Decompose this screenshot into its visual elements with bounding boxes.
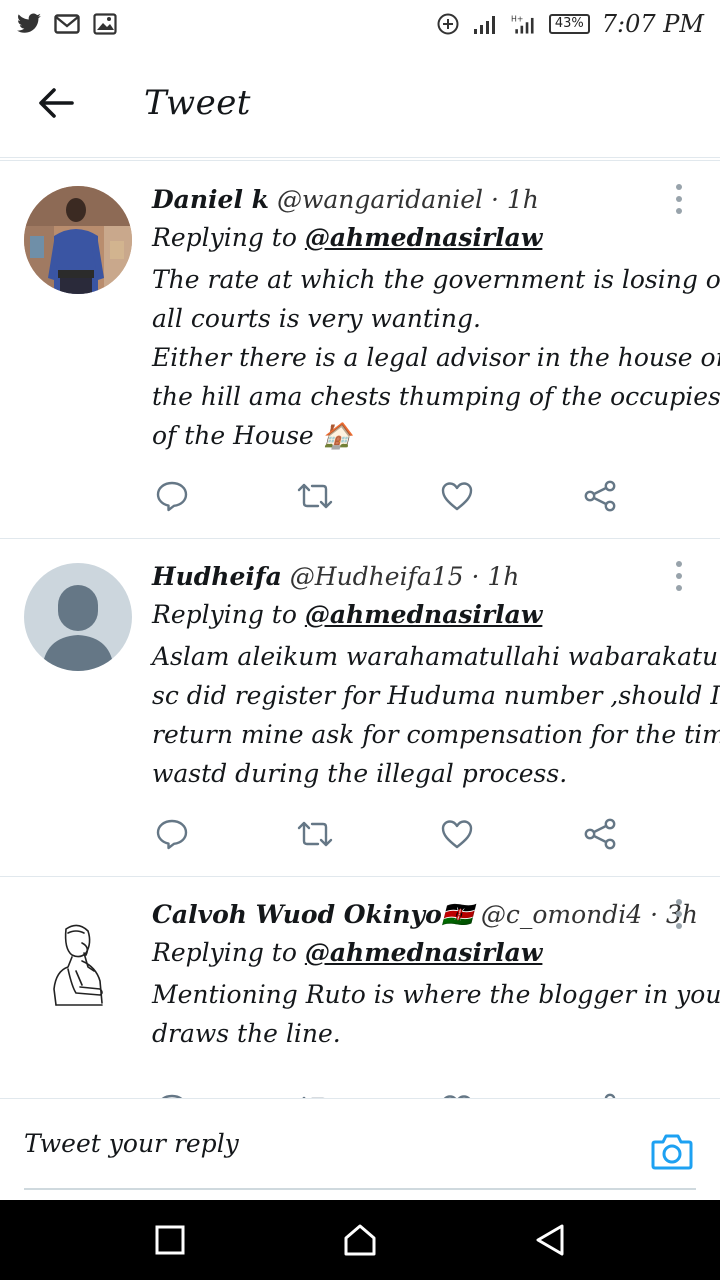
recents-square-icon bbox=[155, 1225, 185, 1255]
retweet-button[interactable] bbox=[295, 1089, 335, 1098]
battery-indicator: 43% bbox=[548, 14, 590, 34]
retweet-button[interactable] bbox=[295, 476, 335, 516]
replying-to: Replying to @ahmednasirlaw bbox=[152, 218, 696, 258]
tweet-actions bbox=[152, 476, 620, 516]
status-right: H+ 43% 7:07 PM bbox=[435, 10, 704, 38]
home-icon bbox=[344, 1224, 376, 1256]
app-bar: Tweet bbox=[0, 48, 720, 158]
tweet-text: The rate at which the government is losi… bbox=[152, 260, 720, 455]
tweet-actions bbox=[152, 1089, 620, 1098]
reply-input[interactable]: Tweet your reply bbox=[24, 1129, 239, 1158]
like-icon bbox=[442, 482, 473, 511]
author-handle[interactable]: @Hudheifa15 bbox=[290, 562, 464, 591]
replying-to: Replying to @ahmednasirlaw bbox=[152, 595, 696, 635]
tweet-actions bbox=[152, 814, 620, 854]
share-button[interactable] bbox=[580, 476, 620, 516]
reply-button[interactable] bbox=[152, 476, 192, 516]
reply-feed[interactable]: Daniel k @wangaridaniel · 1h Replying to… bbox=[0, 162, 720, 1098]
tweet-header: Hudheifa @Hudheifa15 · 1h bbox=[152, 559, 696, 595]
author-handle[interactable]: @c_omondi4 bbox=[481, 900, 642, 929]
arrow-left-icon bbox=[39, 87, 74, 118]
page-title: Tweet bbox=[144, 82, 251, 123]
avatar[interactable] bbox=[24, 186, 132, 294]
more-options-button[interactable] bbox=[668, 899, 690, 929]
tweet-text-line: of the House 🏠 bbox=[152, 421, 353, 450]
tweet-text-line: sc did register for Huduma number ,shoul… bbox=[152, 681, 720, 710]
tweet-time: 1h bbox=[506, 185, 539, 214]
separator-dot: · bbox=[471, 562, 480, 591]
retweet-icon bbox=[297, 821, 332, 847]
back-nav-button[interactable] bbox=[530, 1220, 570, 1260]
tweet-text: Mentioning Ruto is where the blogger in … bbox=[152, 975, 720, 1053]
author-name[interactable]: Hudheifa bbox=[152, 562, 282, 591]
camera-button[interactable] bbox=[650, 1129, 694, 1173]
separator-dot: · bbox=[650, 900, 659, 929]
image-icon bbox=[92, 11, 118, 37]
retweet-icon bbox=[297, 483, 332, 509]
share-button[interactable] bbox=[580, 814, 620, 854]
svg-text:H+: H+ bbox=[511, 14, 523, 23]
author-handle[interactable]: @wangaridaniel bbox=[277, 185, 483, 214]
tweet-text-line: all courts is very wanting. bbox=[152, 304, 481, 333]
divider bbox=[0, 160, 720, 161]
more-options-button[interactable] bbox=[668, 561, 690, 591]
system-nav-bar bbox=[0, 1200, 720, 1280]
reply-composer: Tweet your reply bbox=[0, 1098, 720, 1200]
reply-input-underline bbox=[24, 1188, 696, 1190]
separator-dot: · bbox=[490, 185, 499, 214]
camera-icon bbox=[651, 1134, 693, 1170]
mention-link[interactable]: @ahmednasirlaw bbox=[305, 938, 543, 967]
reply-icon bbox=[156, 481, 188, 512]
replying-prefix: Replying to bbox=[152, 938, 297, 967]
like-icon bbox=[442, 820, 473, 849]
author-name[interactable]: Daniel k bbox=[152, 185, 269, 214]
mention-link[interactable]: @ahmednasirlaw bbox=[305, 223, 543, 252]
author-name[interactable]: Calvoh Wuod Okinyo🇰🇪 bbox=[152, 900, 473, 929]
tweet-text-line: return mine ask for compensation for the… bbox=[152, 720, 720, 749]
share-button[interactable] bbox=[580, 1089, 620, 1098]
back-button[interactable] bbox=[16, 63, 96, 143]
tweet-header: Calvoh Wuod Okinyo🇰🇪 @c_omondi4 · 3h bbox=[152, 897, 698, 933]
share-icon bbox=[584, 818, 616, 850]
tweet-time: 1h bbox=[487, 562, 520, 591]
more-options-button[interactable] bbox=[668, 184, 690, 214]
tweet-text-line: Aslam aleikum warahamatullahi wabarakatu bbox=[152, 642, 719, 671]
tweet-text-line: Mentioning Ruto is where the blogger in … bbox=[152, 980, 720, 1009]
recents-button[interactable] bbox=[150, 1220, 190, 1260]
mention-link[interactable]: @ahmednasirlaw bbox=[305, 600, 543, 629]
replying-prefix: Replying to bbox=[152, 223, 297, 252]
replying-to: Replying to @ahmednasirlaw bbox=[152, 933, 696, 973]
reply-button[interactable] bbox=[152, 1089, 192, 1098]
gmail-icon bbox=[54, 11, 80, 37]
avatar[interactable] bbox=[24, 909, 132, 1017]
status-bar: H+ 43% 7:07 PM bbox=[0, 0, 720, 48]
signal-icon bbox=[473, 11, 499, 37]
tweet-text-line: Either there is a legal advisor in the h… bbox=[152, 343, 720, 372]
share-icon bbox=[584, 480, 616, 512]
tweet-header: Daniel k @wangaridaniel · 1h bbox=[152, 182, 696, 218]
tweet-text: Aslam aleikum warahamatullahi wabarakatu… bbox=[152, 637, 720, 793]
tweet-text-line: the hill ama chests thumping of the occu… bbox=[152, 382, 720, 411]
tweet-text-line: wastd during the illegal process. bbox=[152, 759, 568, 788]
like-button[interactable] bbox=[437, 1089, 477, 1098]
data-saver-icon bbox=[435, 11, 461, 37]
tweet[interactable]: Hudheifa @Hudheifa15 · 1h Replying to @a… bbox=[0, 539, 720, 877]
back-triangle-icon bbox=[536, 1224, 564, 1256]
tweet[interactable]: Calvoh Wuod Okinyo🇰🇪 @c_omondi4 · 3h Rep… bbox=[0, 877, 720, 1098]
signal-h-plus-icon: H+ bbox=[511, 11, 537, 37]
twitter-bird-icon bbox=[16, 11, 42, 37]
like-button[interactable] bbox=[437, 814, 477, 854]
status-clock: 7:07 PM bbox=[601, 10, 704, 38]
retweet-button[interactable] bbox=[295, 814, 335, 854]
home-button[interactable] bbox=[340, 1220, 380, 1260]
reply-icon bbox=[156, 819, 188, 850]
like-button[interactable] bbox=[437, 476, 477, 516]
avatar[interactable] bbox=[24, 563, 132, 671]
status-left bbox=[16, 11, 118, 37]
tweet[interactable]: Daniel k @wangaridaniel · 1h Replying to… bbox=[0, 162, 720, 539]
tweet-text-line: The rate at which the government is losi… bbox=[152, 265, 720, 294]
tweet-text-line: draws the line. bbox=[152, 1019, 341, 1048]
replying-prefix: Replying to bbox=[152, 600, 297, 629]
reply-button[interactable] bbox=[152, 814, 192, 854]
